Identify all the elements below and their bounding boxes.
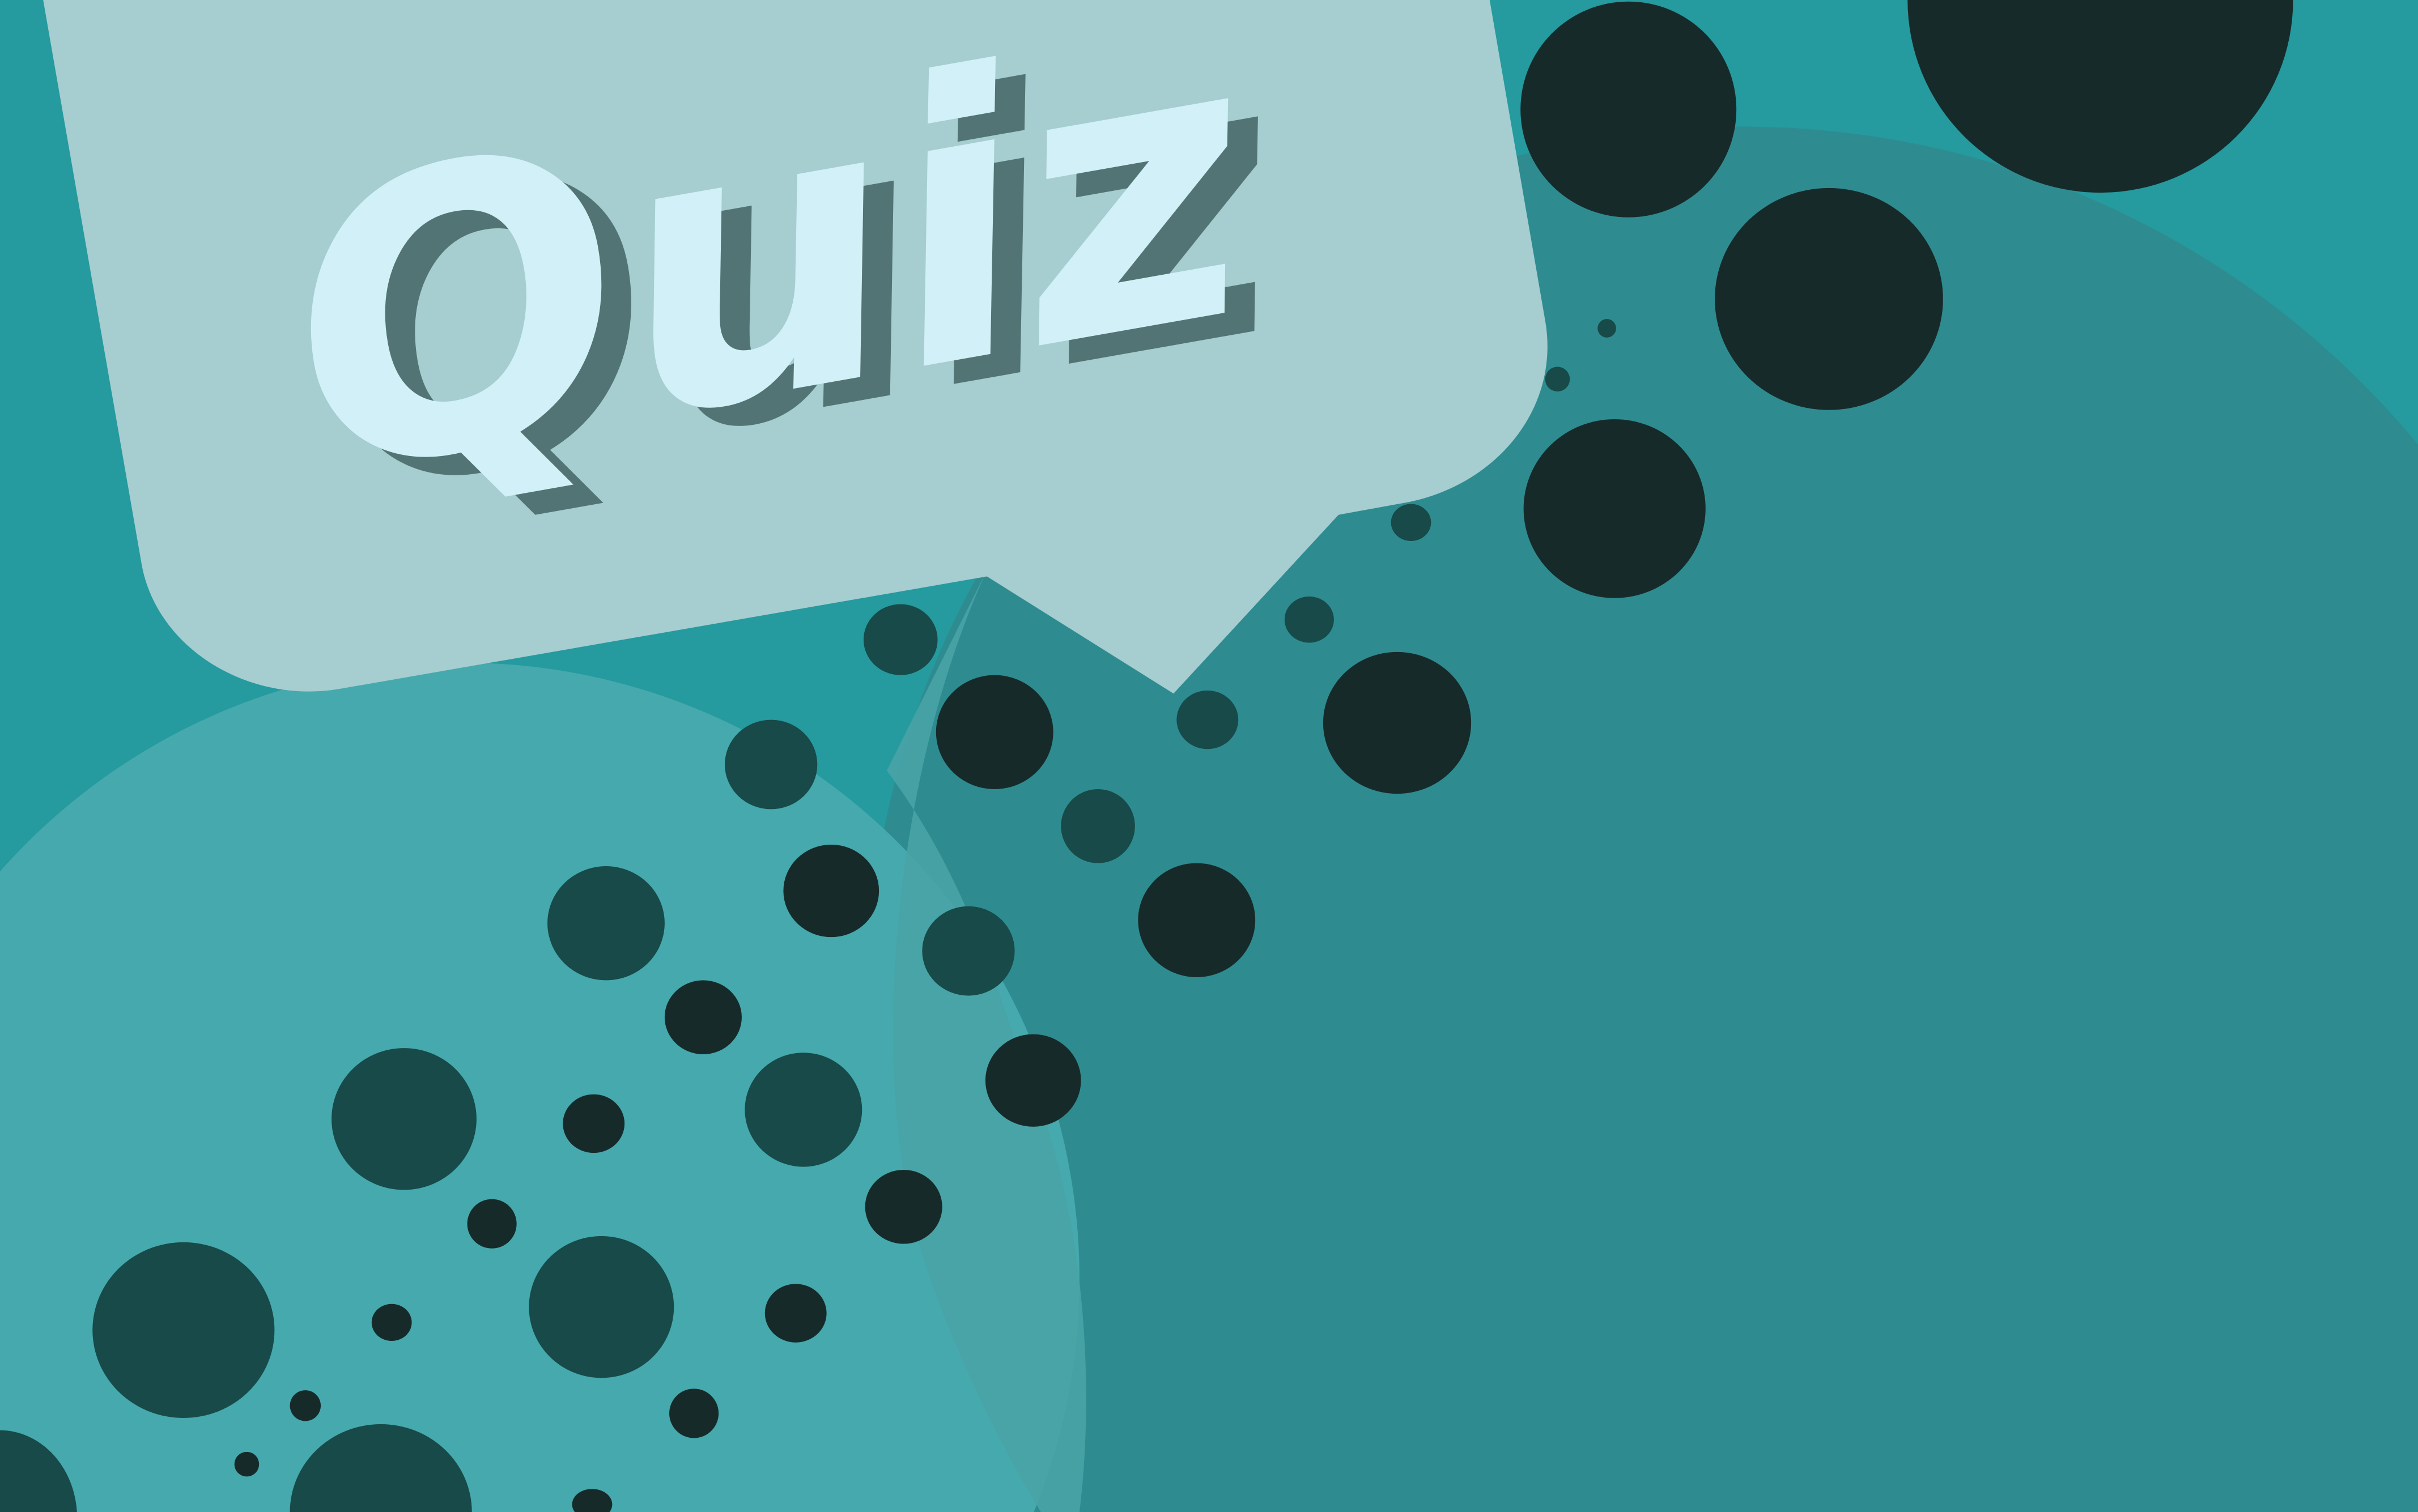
quiz-illustration: Quiz Quiz	[0, 0, 2418, 1512]
